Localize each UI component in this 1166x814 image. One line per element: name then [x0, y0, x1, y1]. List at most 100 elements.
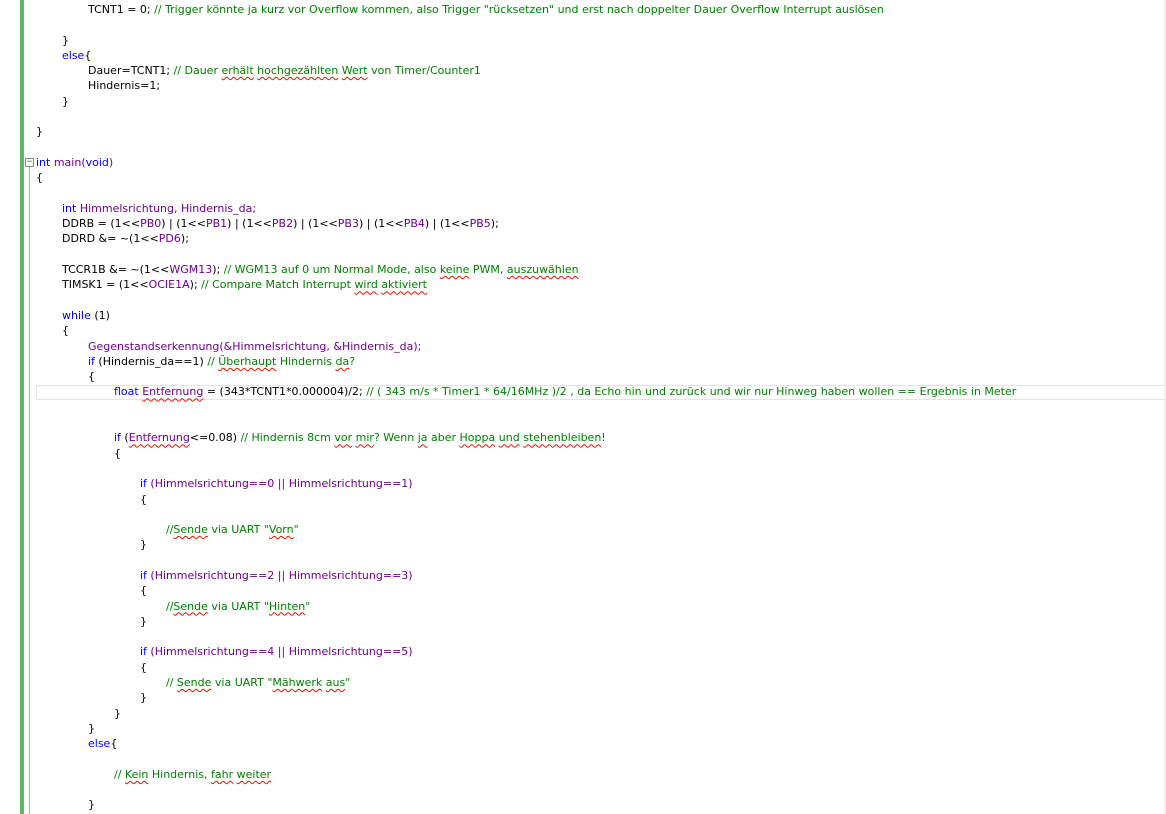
code-token: PD6 — [158, 232, 181, 246]
code-line[interactable]: Hindernis=1; — [36, 78, 1166, 93]
code-token: { — [62, 324, 69, 338]
code-line[interactable]: if (Entfernung<=0.08) // Hindernis 8cm v… — [36, 430, 1166, 445]
code-token: = (343*TCNT1*0.000004)/2; — [203, 385, 367, 399]
code-token: WGM13 — [169, 263, 213, 277]
code-token: } — [114, 706, 121, 720]
code-line[interactable] — [36, 140, 1166, 155]
code-line[interactable] — [36, 415, 1166, 430]
code-token: PWM, — [469, 263, 507, 277]
code-line[interactable]: int main(void) — [36, 155, 1166, 170]
code-token: // — [114, 767, 125, 781]
code-token: PB4 — [403, 217, 425, 231]
code-line[interactable] — [36, 461, 1166, 476]
code-line[interactable]: TCNT1 = 0; // Trigger könnte ja kurz vor… — [36, 2, 1166, 17]
code-line[interactable]: DDRD &= ~(1<<PD6); — [36, 231, 1166, 246]
code-line[interactable]: TCCR1B &= ~(1<<WGM13); // WGM13 auf 0 um… — [36, 262, 1166, 277]
code-line[interactable]: if (Himmelsrichtung==4 || Himmelsrichtun… — [36, 644, 1166, 659]
code-token: // ( 343 m/s * Timer1 * 64/16MHz )/2 , d… — [366, 385, 1017, 399]
code-token: PB0 — [140, 217, 162, 231]
code-token: Hindernis — [276, 354, 336, 368]
code-line[interactable]: } — [36, 690, 1166, 705]
code-line[interactable]: } — [36, 94, 1166, 109]
code-token: } — [140, 538, 147, 552]
code-line[interactable] — [36, 629, 1166, 644]
code-line[interactable] — [36, 109, 1166, 124]
code-editor[interactable]: − TCNT1 = 0; // Trigger könnte ja kurz v… — [0, 0, 1166, 814]
code-token: if — [88, 354, 95, 368]
code-line[interactable]: } — [36, 124, 1166, 139]
code-token: PB2 — [271, 217, 294, 231]
code-token: ( — [120, 431, 129, 445]
code-line[interactable]: float Entfernung = (343*TCNT1*0.000004)/… — [36, 384, 1166, 399]
code-line[interactable] — [36, 247, 1166, 262]
code-token: PB3 — [337, 217, 359, 231]
code-line[interactable]: else{ — [36, 48, 1166, 63]
code-token: (Hindernis_da==1) — [94, 354, 208, 368]
code-token: } — [62, 33, 69, 47]
code-line[interactable] — [36, 553, 1166, 568]
code-token: wird — [354, 278, 378, 292]
code-line[interactable] — [36, 17, 1166, 32]
code-line[interactable]: { — [36, 492, 1166, 507]
code-line[interactable]: if (Himmelsrichtung==2 || Himmelsrichtun… — [36, 568, 1166, 583]
code-line[interactable]: //Sende via UART "Hinten" — [36, 599, 1166, 614]
code-token: weiter — [236, 767, 272, 781]
code-line[interactable]: { — [36, 170, 1166, 185]
code-token: { — [110, 737, 118, 751]
code-line[interactable]: } — [36, 721, 1166, 736]
editor-left-margin[interactable] — [0, 0, 20, 814]
code-token: // WGM13 auf 0 um Normal Mode, also — [223, 263, 440, 277]
code-token: Dauer=TCNT1; — [88, 64, 174, 78]
code-line[interactable]: else{ — [36, 736, 1166, 751]
code-token: } — [62, 94, 69, 108]
code-token: // Trigger könnte ja kurz vor Overflow k… — [154, 3, 884, 16]
code-token: via UART " — [207, 523, 269, 537]
code-line[interactable]: { — [36, 369, 1166, 384]
code-token: auszuwählen — [506, 263, 579, 277]
code-line[interactable] — [36, 186, 1166, 201]
code-line[interactable]: while (1) — [36, 308, 1166, 323]
code-token: " — [345, 676, 351, 690]
code-token: ); — [180, 232, 189, 246]
code-token: Hoppa — [459, 431, 496, 445]
code-token: aktiviert — [381, 278, 427, 292]
code-token: Hinten — [268, 599, 306, 613]
code-line[interactable]: DDRB = (1<<PB0) | (1<<PB1) | (1<<PB2) | … — [36, 216, 1166, 231]
code-line[interactable]: if (Himmelsrichtung==0 || Himmelsrichtun… — [36, 476, 1166, 491]
code-line[interactable]: } — [36, 797, 1166, 812]
code-token: OCIE1A — [148, 278, 190, 292]
code-line[interactable] — [36, 507, 1166, 522]
code-line[interactable]: // Sende via UART "Mähwerk aus" — [36, 675, 1166, 690]
code-line[interactable]: } — [36, 33, 1166, 48]
code-token: Mähwerk — [272, 676, 323, 690]
code-token: Hindernis=1; — [88, 79, 161, 93]
code-line[interactable]: Gegenstandserkennung(&Himmelsrichtung, &… — [36, 339, 1166, 354]
code-line[interactable]: //Sende via UART "Vorn" — [36, 522, 1166, 537]
code-line[interactable] — [36, 293, 1166, 308]
code-line[interactable]: { — [36, 446, 1166, 461]
code-token: TCCR1B &= ~(1<< — [62, 263, 170, 277]
code-line[interactable]: TIMSK1 = (1<<OCIE1A); // Compare Match I… — [36, 277, 1166, 292]
code-token: if — [114, 431, 121, 445]
code-line[interactable] — [36, 782, 1166, 797]
code-token: da — [335, 354, 350, 368]
code-line[interactable]: { — [36, 660, 1166, 675]
code-line[interactable]: } — [36, 614, 1166, 629]
code-line[interactable] — [36, 400, 1166, 415]
code-token: mir — [355, 431, 374, 445]
code-line[interactable]: Dauer=TCNT1; // Dauer erhält hochgezählt… — [36, 63, 1166, 78]
code-token: // — [207, 354, 219, 368]
code-line[interactable]: // Kein Hindernis, fahr weiter — [36, 767, 1166, 782]
code-token: ) | (1<< — [161, 217, 206, 231]
code-token: int — [36, 155, 51, 169]
code-line[interactable]: } — [36, 537, 1166, 552]
collapse-main-button[interactable]: − — [25, 158, 34, 167]
code-line[interactable] — [36, 752, 1166, 767]
code-line[interactable]: int Himmelsrichtung, Hindernis_da; — [36, 201, 1166, 216]
code-line[interactable]: } — [36, 706, 1166, 721]
code-line[interactable]: { — [36, 583, 1166, 598]
code-line[interactable]: { — [36, 323, 1166, 338]
code-token: // — [166, 676, 177, 690]
code-line[interactable]: if (Hindernis_da==1) // Überhaupt Hinder… — [36, 354, 1166, 369]
code-text-area[interactable]: TCNT1 = 0; // Trigger könnte ja kurz vor… — [36, 2, 1166, 814]
